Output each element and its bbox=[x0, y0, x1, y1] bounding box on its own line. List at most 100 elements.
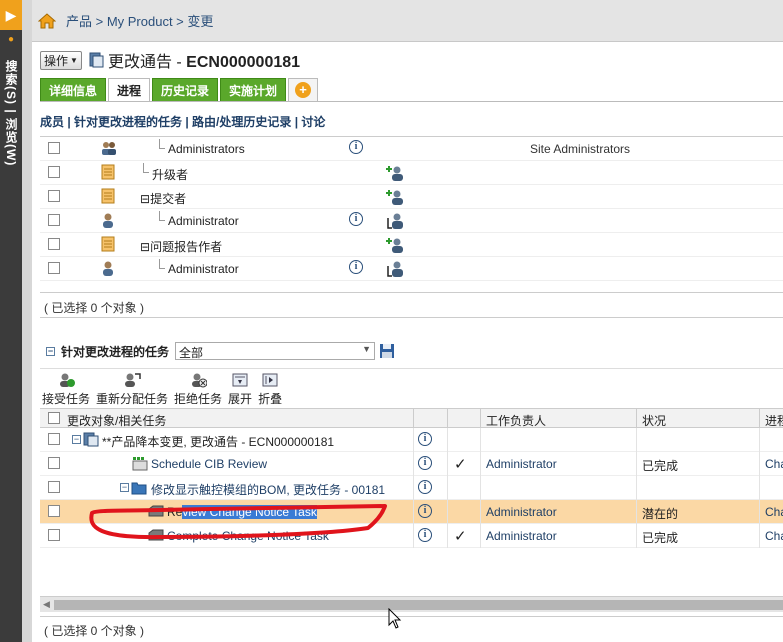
task-owner[interactable]: Administrator bbox=[486, 505, 557, 519]
reassign-task-button[interactable]: 重新分配任务 bbox=[94, 369, 170, 407]
info-icon[interactable]: i bbox=[418, 432, 432, 446]
task-name[interactable]: Complete Change Notice Task bbox=[167, 529, 329, 543]
task-owner[interactable]: Administrator bbox=[486, 529, 557, 543]
select-all-checkbox[interactable] bbox=[48, 412, 60, 424]
tab-implementation-plan[interactable]: 实施计划 bbox=[220, 78, 287, 102]
table-row[interactable]: Administrator i bbox=[40, 209, 783, 233]
collapse-icon[interactable]: − bbox=[72, 435, 81, 444]
task-object-name[interactable]: **产品降本变更, 更改通告 - ECN000000181 bbox=[102, 433, 334, 450]
task-filter-select[interactable]: 全部 ▼ bbox=[175, 342, 376, 360]
row-checkbox[interactable] bbox=[48, 529, 60, 541]
tree-connector bbox=[159, 259, 165, 269]
left-rail: ▶ ● 搜索(S) | 浏览(W) bbox=[0, 0, 22, 642]
table-row[interactable]: ⊟问题报告作者 bbox=[40, 233, 783, 257]
row-checkbox[interactable] bbox=[48, 142, 60, 154]
info-icon[interactable]: i bbox=[418, 456, 432, 470]
tab-bar: 详细信息 进程 历史记录 实施计划 + bbox=[40, 78, 319, 102]
process-sublinks[interactable]: 成员 | 针对更改进程的任务 | 路由/处理历史记录 | 讨论 bbox=[40, 113, 325, 130]
column-divider bbox=[413, 409, 414, 429]
remove-participant-icon[interactable] bbox=[386, 260, 404, 278]
column-divider bbox=[636, 500, 637, 524]
table-row[interactable]: Schedule CIB Review i ✓ Administrator 已完… bbox=[40, 452, 783, 476]
collapse-button[interactable]: 折叠 bbox=[256, 369, 284, 407]
table-row-selected[interactable]: Review Change Notice Task i Administrato… bbox=[40, 500, 783, 524]
breadcrumb-path[interactable]: 产品 > My Product > 变更 bbox=[66, 11, 213, 30]
title-row: 操作 ▼ 更改通告 - ECN000000181 bbox=[40, 48, 300, 72]
column-header-state[interactable]: 状况 bbox=[642, 412, 666, 429]
task-icon bbox=[148, 528, 164, 543]
add-tab-button[interactable]: + bbox=[288, 78, 319, 102]
tab-details[interactable]: 详细信息 bbox=[40, 78, 107, 102]
participant-name[interactable]: Administrator bbox=[168, 214, 239, 228]
row-checkbox[interactable] bbox=[48, 505, 60, 517]
info-icon[interactable]: i bbox=[349, 140, 363, 154]
column-divider bbox=[480, 476, 481, 500]
task-process[interactable]: Cha bbox=[765, 457, 783, 471]
row-checkbox[interactable] bbox=[48, 262, 60, 274]
table-row[interactable]: − **产品降本变更, 更改通告 - ECN000000181 i bbox=[40, 428, 783, 452]
collapse-icon[interactable]: ⊟ bbox=[140, 240, 150, 254]
action-menu-button[interactable]: 操作 ▼ bbox=[40, 50, 82, 70]
column-header-process[interactable]: 进程 bbox=[765, 412, 783, 429]
row-checkbox[interactable] bbox=[48, 481, 60, 493]
role-name[interactable]: ⊟提交者 bbox=[140, 190, 186, 207]
participant-name[interactable]: Administrators bbox=[168, 142, 245, 156]
search-browse-tab[interactable]: 搜索(S) | 浏览(W) bbox=[2, 60, 20, 166]
column-header-owner[interactable]: 工作负责人 bbox=[486, 412, 546, 429]
collapse-icon[interactable]: − bbox=[120, 483, 129, 492]
task-owner[interactable]: Administrator bbox=[486, 457, 557, 471]
row-checkbox[interactable] bbox=[48, 166, 60, 178]
remove-participant-icon[interactable] bbox=[386, 212, 404, 230]
row-checkbox[interactable] bbox=[48, 238, 60, 250]
change-task-name[interactable]: 修改显示触控模组的BOM, 更改任务 - 00181 bbox=[151, 481, 385, 498]
info-icon[interactable]: i bbox=[418, 504, 432, 518]
scrollbar-thumb[interactable] bbox=[54, 600, 783, 610]
tab-history[interactable]: 历史记录 bbox=[152, 78, 219, 102]
mouse-cursor-icon bbox=[388, 608, 402, 629]
pin-icon[interactable]: ● bbox=[0, 30, 22, 48]
expand-button[interactable]: 展开 bbox=[226, 369, 254, 407]
reject-task-button[interactable]: 拒绝任务 bbox=[172, 369, 224, 407]
table-row[interactable]: 升级者 bbox=[40, 161, 783, 185]
expand-rail-icon[interactable]: ▶ bbox=[0, 0, 22, 30]
row-checkbox[interactable] bbox=[48, 214, 60, 226]
collapse-icon[interactable]: ⊟ bbox=[140, 192, 150, 206]
home-icon[interactable] bbox=[38, 12, 56, 29]
column-divider bbox=[413, 428, 414, 452]
table-row[interactable]: Administrator i bbox=[40, 257, 783, 281]
task-process[interactable]: Cha bbox=[765, 505, 783, 519]
tab-divider bbox=[40, 101, 783, 102]
row-checkbox[interactable] bbox=[48, 457, 60, 469]
info-icon[interactable]: i bbox=[418, 480, 432, 494]
info-icon[interactable]: i bbox=[349, 212, 363, 226]
collapse-section-icon[interactable]: − bbox=[46, 346, 55, 356]
column-divider bbox=[759, 476, 760, 500]
tab-process[interactable]: 进程 bbox=[108, 78, 151, 102]
horizontal-scrollbar[interactable]: ◀ bbox=[40, 596, 783, 612]
role-name[interactable]: ⊟问题报告作者 bbox=[140, 238, 222, 255]
column-header-object[interactable]: 更改对象/相关任务 bbox=[67, 412, 166, 429]
info-icon[interactable]: i bbox=[349, 260, 363, 274]
table-row[interactable]: Complete Change Notice Task i ✓ Administ… bbox=[40, 524, 783, 548]
role-icon bbox=[100, 188, 116, 204]
participant-name[interactable]: Administrator bbox=[168, 262, 239, 276]
table-row[interactable]: − 修改显示触控模组的BOM, 更改任务 - 00181 i bbox=[40, 476, 783, 500]
column-divider bbox=[636, 428, 637, 452]
add-participant-icon[interactable] bbox=[386, 188, 404, 206]
add-participant-icon[interactable] bbox=[386, 236, 404, 254]
scroll-left-icon[interactable]: ◀ bbox=[43, 599, 50, 610]
role-name[interactable]: 升级者 bbox=[152, 166, 188, 183]
check-icon: ✓ bbox=[454, 456, 467, 473]
save-icon[interactable] bbox=[379, 343, 395, 359]
row-checkbox[interactable] bbox=[48, 190, 60, 202]
row-checkbox[interactable] bbox=[48, 433, 60, 445]
add-participant-icon[interactable] bbox=[386, 164, 404, 182]
task-toolbar: 接受任务 重新分配任务 拒绝任务 展开 折叠 bbox=[40, 368, 783, 408]
table-row[interactable]: Administrators i Site Administrators bbox=[40, 137, 783, 161]
task-name[interactable]: Schedule CIB Review bbox=[151, 457, 267, 471]
table-row[interactable]: ⊟提交者 bbox=[40, 185, 783, 209]
accept-task-button[interactable]: 接受任务 bbox=[40, 369, 92, 407]
info-icon[interactable]: i bbox=[418, 528, 432, 542]
task-process[interactable]: Cha bbox=[765, 529, 783, 543]
task-name[interactable]: Review Change Notice Task bbox=[167, 505, 317, 519]
